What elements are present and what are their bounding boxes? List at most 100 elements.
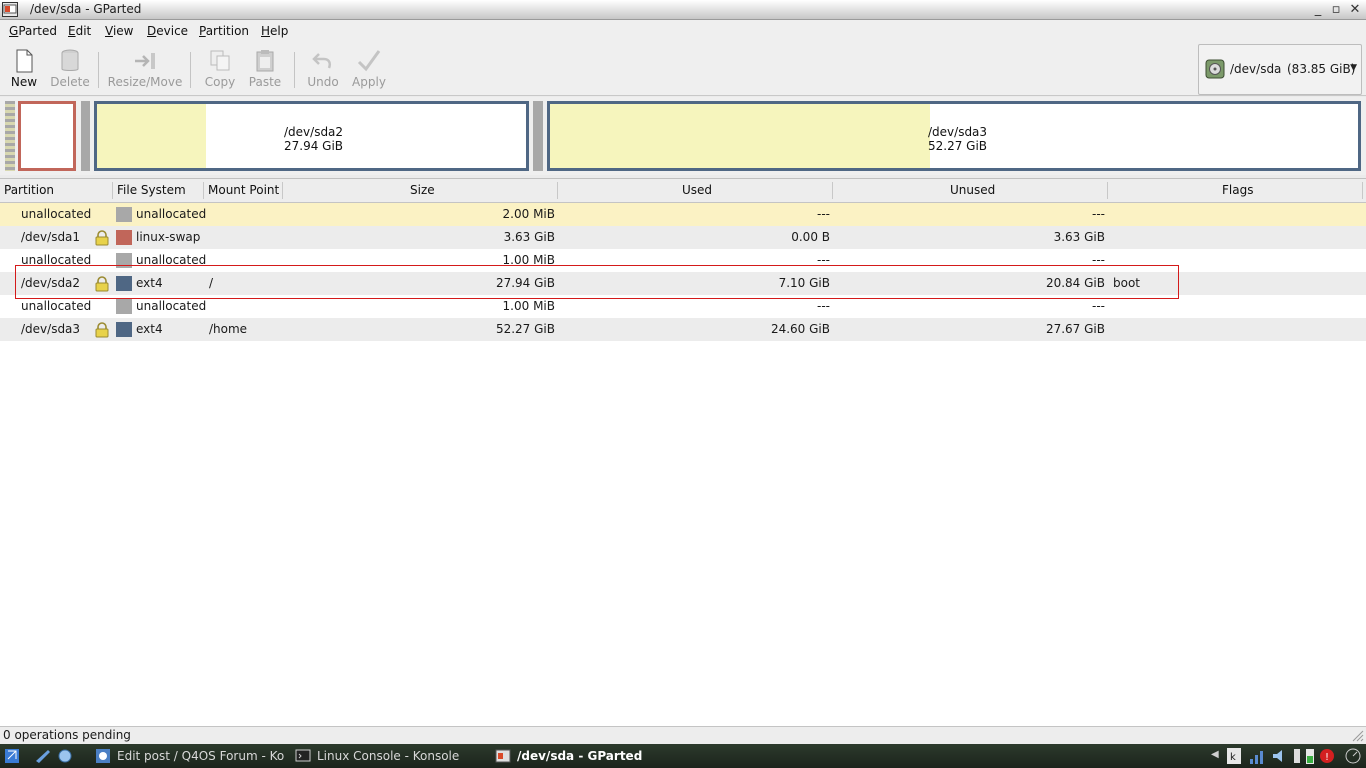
launcher-icon[interactable]	[34, 747, 52, 765]
status-bar: 0 operations pending	[0, 726, 1366, 744]
taskbar-item-gparted[interactable]: /dev/sda - GParted	[495, 744, 675, 768]
menu-edit[interactable]: Edit	[68, 24, 91, 38]
dropdown-arrow-icon: ▼	[1350, 63, 1357, 73]
cell-used: 0.00 B	[791, 230, 830, 244]
partition-table[interactable]: Partition File System Mount Point Size U…	[0, 178, 1366, 726]
cell-partition: unallocated	[21, 299, 92, 313]
delete-button-label: Delete	[50, 75, 90, 89]
keyboard-layout-icon[interactable]: k	[1226, 747, 1242, 765]
cell-flags: boot	[1113, 276, 1141, 290]
apply-button[interactable]: Apply	[349, 44, 389, 94]
column-divider[interactable]	[282, 182, 283, 199]
disk-map-sda1[interactable]	[18, 101, 76, 171]
menu-partition[interactable]: Partition	[199, 24, 249, 38]
disk-map-sda2[interactable]: /dev/sda2 27.94 GiB	[94, 101, 529, 171]
undo-button[interactable]: Undo	[303, 44, 343, 94]
cell-size: 52.27 GiB	[495, 322, 555, 336]
resize-move-button-label: Resize/Move	[107, 75, 183, 89]
disk-map-sda3[interactable]: /dev/sda3 52.27 GiB	[547, 101, 1361, 171]
battery-icon[interactable]	[1304, 747, 1316, 765]
paste-icon	[256, 50, 274, 72]
disk-map-sda2-name: /dev/sda2	[284, 125, 344, 139]
disk-map-unallocated-1[interactable]	[5, 101, 15, 171]
cell-size: 2.00 MiB	[502, 207, 555, 221]
clock-icon[interactable]	[1344, 747, 1362, 765]
new-button[interactable]: New	[4, 44, 44, 94]
filesystem-color-swatch	[116, 322, 132, 337]
filesystem-color-swatch	[116, 276, 132, 291]
cell-file-system: linux-swap	[136, 230, 201, 244]
device-selector[interactable]: /dev/sda (83.85 GiB) ▼	[1198, 44, 1362, 95]
title-bar[interactable]: /dev/sda - GParted _ ▫ ✕	[0, 0, 1366, 20]
taskbar-item-konqueror[interactable]: Edit post / Q4OS Forum - Konqueror	[95, 744, 285, 768]
taskbar-item-konsole[interactable]: Linux Console - Konsole	[295, 744, 475, 768]
table-row[interactable]: /dev/sda1 linux-swap 3.63 GiB 0.00 B 3.63 Gi…	[0, 226, 1366, 249]
delete-button[interactable]: Delete	[48, 44, 92, 94]
volume-icon[interactable]	[1270, 747, 1288, 765]
table-row[interactable]: /dev/sda2 ext4 / 27.94 GiB 7.10 GiB 20.84 GiB…	[0, 272, 1366, 295]
apply-button-label: Apply	[352, 75, 386, 89]
cell-file-system: unallocated	[136, 253, 207, 267]
gparted-app-icon[interactable]	[2, 2, 18, 17]
column-unused[interactable]: Unused	[950, 183, 995, 197]
device-size: (83.85 GiB)	[1287, 62, 1356, 76]
filesystem-color-swatch	[116, 253, 132, 268]
table-row[interactable]: unallocated unallocated 1.00 MiB --- ---	[0, 249, 1366, 272]
network-signal-icon[interactable]	[1248, 747, 1266, 765]
copy-button[interactable]: Copy	[200, 44, 240, 94]
tray-arrow-icon[interactable]: ◀	[1211, 749, 1219, 760]
column-divider[interactable]	[557, 182, 558, 199]
column-flags[interactable]: Flags	[1222, 183, 1253, 197]
column-divider[interactable]	[1107, 182, 1108, 199]
maximize-icon[interactable]: ▫	[1328, 2, 1344, 18]
column-divider[interactable]	[1362, 182, 1363, 199]
menu-device[interactable]: Device	[147, 24, 188, 38]
cell-size: 3.63 GiB	[503, 230, 555, 244]
new-button-label: New	[10, 75, 38, 89]
resize-grip-icon[interactable]	[1352, 730, 1364, 742]
disk-map-unallocated-3[interactable]	[533, 101, 543, 171]
gparted-icon	[495, 749, 511, 763]
launcher-icon-2[interactable]	[56, 747, 74, 765]
start-menu-icon[interactable]	[4, 747, 20, 765]
filesystem-color-swatch	[116, 207, 132, 222]
table-row[interactable]: /dev/sda3 ext4/home 52.27 GiB 24.60 GiB 27.6…	[0, 318, 1366, 341]
cell-unused: 20.84 GiB	[1045, 276, 1105, 290]
toolbar-separator	[98, 52, 99, 88]
cell-partition: unallocated	[21, 207, 92, 221]
minimize-icon[interactable]: _	[1310, 2, 1326, 18]
column-size[interactable]: Size	[410, 183, 435, 197]
cell-used: ---	[817, 207, 830, 221]
new-document-icon	[16, 49, 33, 73]
resize-move-button[interactable]: Resize/Move	[106, 44, 184, 94]
cell-unused: ---	[1092, 207, 1105, 221]
cell-file-system: ext4	[136, 276, 163, 290]
column-mount-point[interactable]: Mount Point	[208, 183, 279, 197]
column-used[interactable]: Used	[682, 183, 712, 197]
menu-gparted[interactable]: GParted	[9, 24, 57, 38]
column-file-system[interactable]: File System	[117, 183, 186, 197]
cell-size: 27.94 GiB	[495, 276, 555, 290]
cell-partition: /dev/sda3	[21, 322, 81, 336]
toolbar-separator	[294, 52, 295, 88]
column-divider[interactable]	[112, 182, 113, 199]
table-row[interactable]: unallocated unallocated 1.00 MiB --- ---	[0, 295, 1366, 318]
column-divider[interactable]	[203, 182, 204, 199]
paste-button[interactable]: Paste	[245, 44, 285, 94]
konqueror-icon	[96, 749, 110, 763]
hard-disk-icon	[1205, 59, 1225, 79]
menu-help[interactable]: Help	[261, 24, 288, 38]
table-row[interactable]: unallocated unallocated 2.00 MiB --- ---	[0, 203, 1366, 226]
close-icon[interactable]: ✕	[1347, 2, 1363, 18]
menu-view[interactable]: View	[105, 24, 133, 38]
update-notifier-icon[interactable]: !	[1318, 747, 1336, 765]
column-divider[interactable]	[832, 182, 833, 199]
column-partition[interactable]: Partition	[4, 183, 54, 197]
svg-text:k: k	[1230, 752, 1236, 763]
cell-partition: /dev/sda1	[21, 230, 81, 244]
clipboard-icon[interactable]	[1292, 747, 1302, 765]
undo-icon	[312, 53, 332, 69]
filesystem-color-swatch	[116, 299, 132, 314]
disk-map-unallocated-2[interactable]	[81, 101, 90, 171]
lock-icon	[95, 276, 109, 292]
